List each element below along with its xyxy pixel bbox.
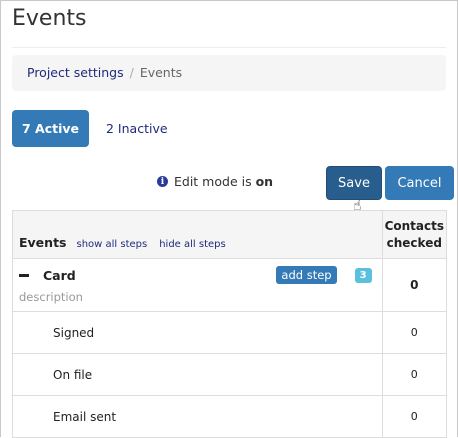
event-row: Card add step 3 description 0 (12, 258, 448, 312)
edit-mode-label: Edit mode is (174, 174, 252, 189)
breadcrumb-separator: / (129, 65, 134, 80)
step-contacts: 0 (381, 353, 448, 396)
breadcrumb: Project settings / Events (12, 55, 446, 91)
step-row: On file 0 (12, 353, 448, 396)
edit-mode-state: on (255, 174, 274, 189)
tab-inactive[interactable]: 2 Inactive (106, 121, 168, 136)
contacts-checked-header: Contacts checked (381, 210, 448, 259)
event-description[interactable]: description (19, 290, 376, 304)
step-row: Signed 0 (12, 311, 448, 354)
event-name: Card (43, 267, 76, 283)
cancel-button[interactable]: Cancel (385, 166, 454, 200)
info-icon: i (157, 176, 168, 187)
step-contacts: 0 (381, 395, 448, 438)
breadcrumb-current: Events (139, 65, 183, 80)
step-name: Signed (12, 311, 383, 354)
tab-active[interactable]: 7 Active (12, 110, 89, 147)
events-table: Events show all steps hide all steps Conta… (12, 210, 448, 438)
divider (12, 47, 446, 48)
step-contacts: 0 (381, 311, 448, 354)
edit-mode-status: i Edit mode is on (157, 174, 273, 189)
table-header: Events show all steps hide all steps Conta… (12, 210, 448, 259)
events-column-header: Events (19, 235, 67, 250)
step-row: Email sent 0 (12, 395, 448, 438)
show-all-steps-link[interactable]: show all steps (76, 239, 147, 250)
breadcrumb-project-settings[interactable]: Project settings (27, 65, 124, 80)
save-button[interactable]: Save (326, 166, 382, 200)
page-title: Events (12, 6, 87, 31)
step-count-badge: 3 (354, 267, 372, 283)
add-step-button[interactable]: add step (276, 266, 337, 284)
step-name: Email sent (12, 395, 383, 438)
step-name: On file (12, 353, 383, 396)
hide-all-steps-link[interactable]: hide all steps (159, 239, 226, 250)
collapse-icon[interactable] (19, 273, 29, 277)
event-contacts: 0 (381, 258, 448, 312)
